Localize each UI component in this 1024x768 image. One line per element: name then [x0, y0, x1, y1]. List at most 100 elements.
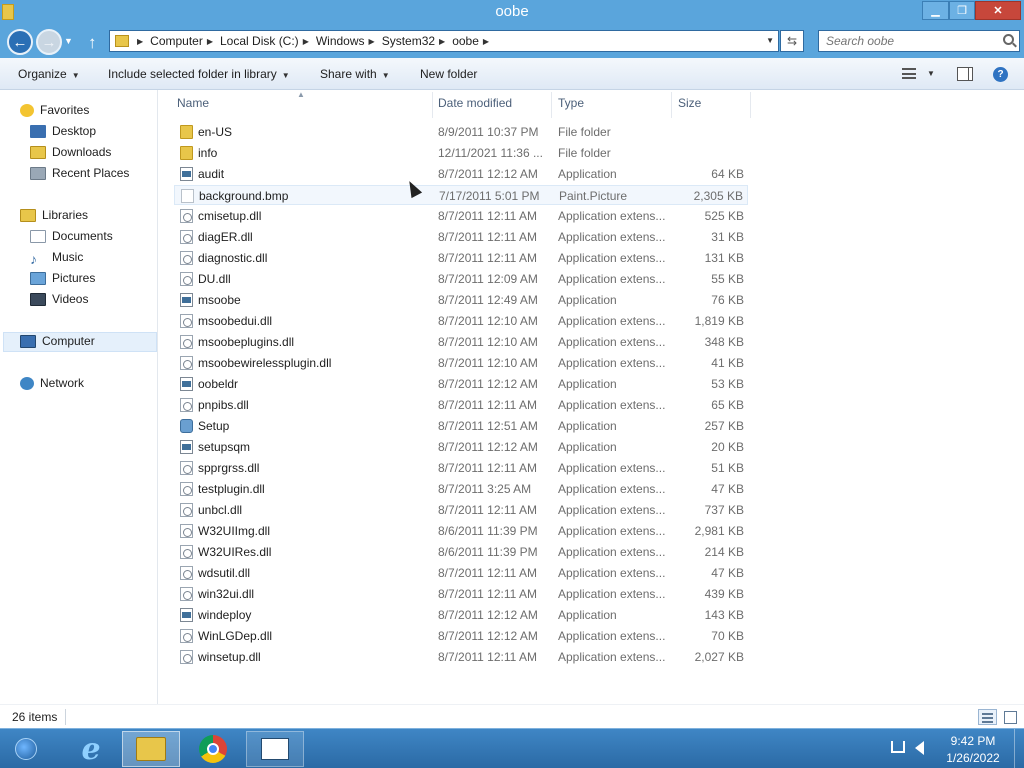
nav-item-recent-places[interactable]: Recent Places — [30, 164, 129, 182]
file-row[interactable]: oobeldr 8/7/2011 12:12 AM Application 53 KB — [174, 374, 748, 394]
nav-favorites-label: Favorites — [40, 103, 90, 117]
breadcrumb-system32[interactable]: System32 — [382, 34, 435, 48]
back-button[interactable]: ← — [7, 29, 33, 55]
file-row[interactable]: info 12/11/2021 11:36 ... File folder — [174, 143, 748, 163]
clock-date[interactable]: 1/26/2022 — [944, 751, 1002, 765]
chevron-right-icon[interactable]: ▶ — [303, 37, 309, 46]
file-row[interactable]: en-US 8/9/2011 10:37 PM File folder — [174, 122, 748, 142]
large-icons-view-button[interactable] — [1001, 709, 1020, 725]
file-row[interactable]: DU.dll 8/7/2011 12:09 AM Application exten… — [174, 269, 748, 289]
file-name: W32UIImg.dll — [198, 524, 271, 538]
file-row[interactable]: msoobewirelessplugin.dll 8/7/2011 12:10 A… — [174, 353, 748, 373]
search-box[interactable] — [818, 30, 1020, 52]
new-folder-button[interactable]: New folder — [420, 67, 477, 81]
dll-icon — [180, 398, 193, 412]
nav-libraries[interactable]: Libraries — [20, 206, 88, 224]
file-type: Application extens... — [558, 209, 666, 223]
show-desktop-button[interactable] — [1014, 729, 1024, 768]
file-row[interactable]: wdsutil.dll 8/7/2011 12:11 AM Application … — [174, 563, 748, 583]
volume-tray-icon[interactable] — [915, 741, 924, 755]
clock-time[interactable]: 9:42 PM — [944, 734, 1002, 748]
chevron-down-icon: ▼ — [381, 71, 390, 80]
forward-button[interactable]: → — [36, 29, 62, 55]
recent-locations-dropdown[interactable]: ▼ — [64, 36, 73, 46]
share-with-button[interactable]: Share with ▼ — [320, 67, 390, 81]
chevron-down-icon[interactable]: ▼ — [766, 36, 774, 45]
file-row[interactable]: testplugin.dll 8/7/2011 3:25 AM Applicatio… — [174, 479, 748, 499]
nav-item-pictures[interactable]: Pictures — [30, 269, 95, 287]
file-row[interactable]: cmisetup.dll 8/7/2011 12:11 AM Application… — [174, 206, 748, 226]
file-row[interactable]: pnpibs.dll 8/7/2011 12:11 AM Application e… — [174, 395, 748, 415]
file-row[interactable]: WinLGDep.dll 8/7/2011 12:12 AM Application… — [174, 626, 748, 646]
preview-pane-button[interactable] — [957, 67, 973, 81]
nav-item-downloads[interactable]: Downloads — [30, 143, 111, 161]
file-type: File folder — [558, 146, 611, 160]
file-row[interactable]: msoobeplugins.dll 8/7/2011 12:10 AM Applic… — [174, 332, 748, 352]
search-icon[interactable] — [1003, 34, 1014, 45]
chevron-right-icon[interactable]: ▶ — [439, 37, 445, 46]
nav-item-videos[interactable]: Videos — [30, 290, 88, 308]
breadcrumb-oobe[interactable]: oobe — [452, 34, 479, 48]
nav-item-music[interactable]: ♪ Music — [30, 248, 83, 267]
up-one-level-button[interactable]: ↑ — [88, 33, 97, 53]
file-size: 131 KB — [704, 251, 744, 265]
nav-item-desktop[interactable]: Desktop — [30, 122, 96, 140]
file-row[interactable]: windeploy 8/7/2011 12:12 AM Application 143… — [174, 605, 748, 625]
start-button[interactable] — [6, 731, 46, 767]
organize-button[interactable]: Organize ▼ — [18, 67, 80, 81]
search-input[interactable] — [819, 31, 999, 51]
column-divider[interactable] — [432, 92, 433, 118]
column-header-size[interactable]: Size — [678, 96, 701, 112]
nav-favorites[interactable]: Favorites — [20, 101, 89, 119]
file-date-modified: 12/11/2021 11:36 ... — [438, 146, 543, 160]
nav-computer[interactable]: Computer — [20, 332, 95, 350]
refresh-button[interactable]: ⇆ — [780, 30, 804, 52]
breadcrumb-local-disk[interactable]: Local Disk (C:) — [220, 34, 299, 48]
chevron-down-icon[interactable]: ▼ — [927, 69, 935, 78]
details-view-button[interactable] — [978, 709, 997, 725]
help-button[interactable]: ? — [993, 67, 1008, 82]
chevron-right-icon[interactable]: ▶ — [137, 37, 143, 46]
taskbar-chrome[interactable] — [186, 731, 240, 767]
file-row[interactable]: Setup 8/7/2011 12:51 AM Application 257 KB — [174, 416, 748, 436]
taskbar-internet-explorer[interactable]: e — [64, 731, 118, 767]
include-in-library-button[interactable]: Include selected folder in library ▼ — [108, 67, 290, 81]
nav-network[interactable]: Network — [20, 374, 84, 392]
file-row[interactable]: win32ui.dll 8/7/2011 12:11 AM Application … — [174, 584, 748, 604]
chevron-right-icon[interactable]: ▶ — [369, 37, 375, 46]
file-row[interactable]: audit 8/7/2011 12:12 AM Application 64 KB — [174, 164, 748, 184]
file-row[interactable]: W32UIImg.dll 8/6/2011 11:39 PM Application… — [174, 521, 748, 541]
file-row[interactable]: diagnostic.dll 8/7/2011 12:11 AM Applicati… — [174, 248, 748, 268]
change-view-icon[interactable] — [902, 68, 916, 79]
file-row[interactable]: W32UIRes.dll 8/6/2011 11:39 PM Application… — [174, 542, 748, 562]
close-button[interactable]: ✕ — [975, 1, 1021, 20]
file-row[interactable]: msoobedui.dll 8/7/2011 12:10 AM Applicatio… — [174, 311, 748, 331]
column-header-date-modified[interactable]: Date modified — [438, 96, 512, 112]
breadcrumb[interactable]: ▶ Computer ▶ Local Disk (C:) ▶ Windows ▶… — [109, 30, 779, 52]
maximize-button[interactable]: ❐ — [949, 1, 975, 20]
column-header-name[interactable]: Name — [177, 96, 209, 112]
file-row[interactable]: msoobe 8/7/2011 12:49 AM Application 76 KB — [174, 290, 748, 310]
column-divider[interactable] — [551, 92, 552, 118]
minimize-button[interactable]: ▁ — [922, 1, 949, 20]
file-row[interactable]: unbcl.dll 8/7/2011 12:11 AM Application ex… — [174, 500, 748, 520]
file-row[interactable]: spprgrss.dll 8/7/2011 12:11 AM Application… — [174, 458, 748, 478]
chevron-right-icon[interactable]: ▶ — [207, 37, 213, 46]
column-header-type[interactable]: Type — [558, 96, 584, 112]
file-size: 2,981 KB — [694, 524, 744, 538]
file-date-modified: 8/7/2011 12:49 AM — [438, 293, 538, 307]
breadcrumb-computer[interactable]: Computer — [150, 34, 203, 48]
taskbar-file-explorer[interactable] — [122, 731, 180, 767]
taskbar-notepad[interactable] — [246, 731, 304, 767]
column-divider[interactable] — [750, 92, 751, 118]
chevron-right-icon[interactable]: ▶ — [483, 37, 489, 46]
file-row[interactable]: setupsqm 8/7/2011 12:12 AM Application 20 K… — [174, 437, 748, 457]
breadcrumb-windows[interactable]: Windows — [316, 34, 365, 48]
column-divider[interactable] — [671, 92, 672, 118]
file-row[interactable]: diagER.dll 8/7/2011 12:11 AM Application e… — [174, 227, 748, 247]
file-row[interactable]: background.bmp 7/17/2011 5:01 PM Paint.Pic… — [174, 185, 748, 205]
network-tray-icon[interactable] — [891, 741, 905, 753]
file-row[interactable]: winsetup.dll 8/7/2011 12:11 AM Application… — [174, 647, 748, 667]
file-name: WinLGDep.dll — [198, 629, 273, 643]
nav-item-documents[interactable]: Documents — [30, 227, 113, 245]
